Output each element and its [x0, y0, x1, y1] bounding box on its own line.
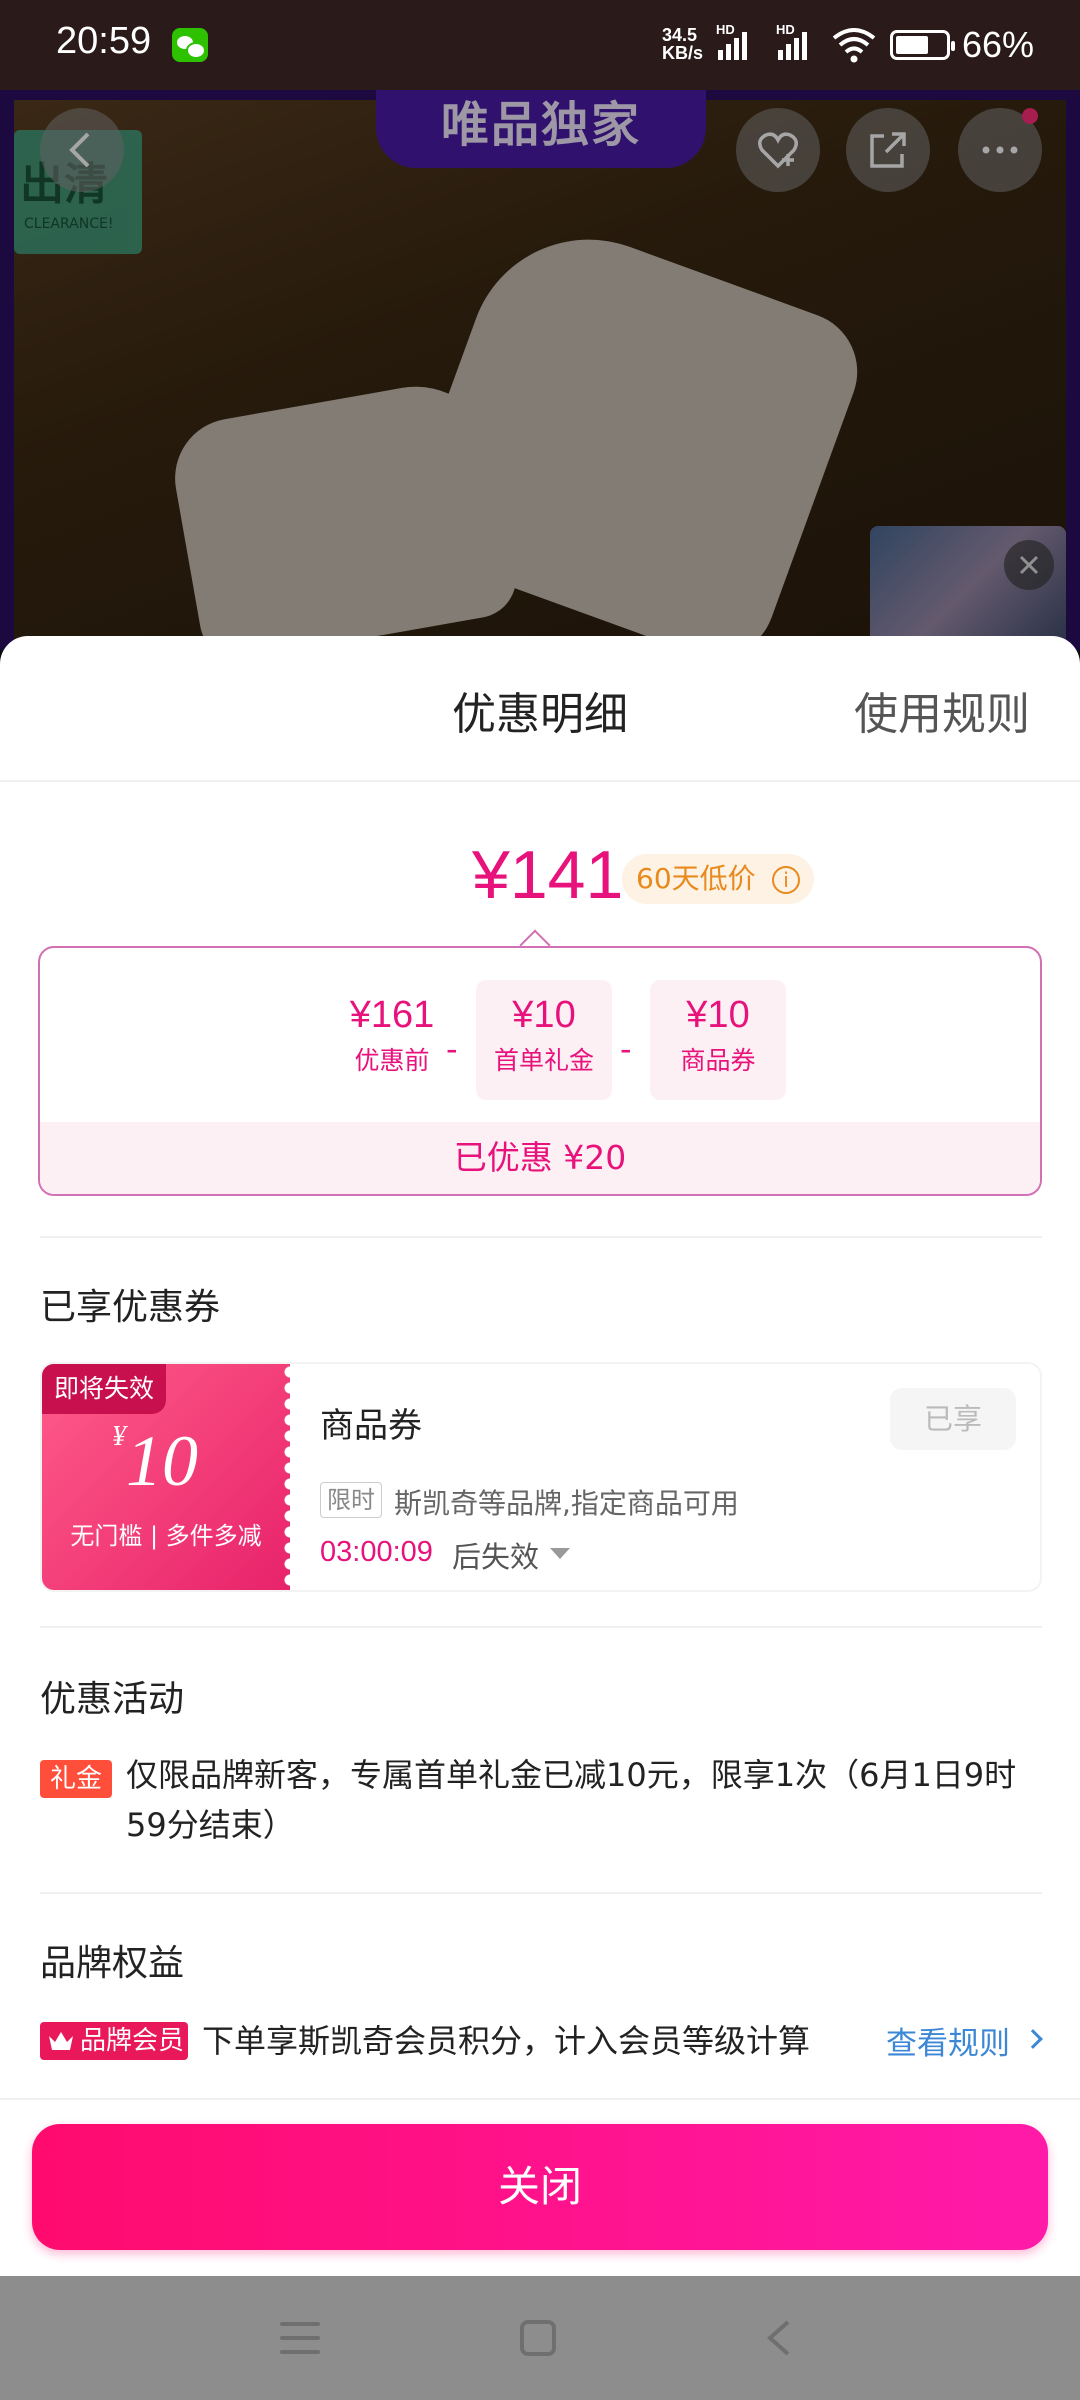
- breakdown-value: ¥161: [349, 994, 435, 1036]
- view-rules-link[interactable]: 查看规则: [886, 2018, 1010, 2063]
- minus-sign: -: [620, 1030, 632, 1068]
- price-breakdown: ¥161 优惠前 - ¥10 首单礼金 - ¥10 商品券 已优惠 ¥20: [38, 946, 1042, 1196]
- wechat-notification-icon: [172, 28, 208, 62]
- signal-icon-1: [718, 26, 747, 60]
- network-speed-value: 34.5: [662, 25, 698, 45]
- battery-percent: 66%: [962, 24, 1035, 65]
- coupon-value-panel: 即将失效 ¥10 无门槛 | 多件多减: [42, 1364, 296, 1590]
- breakdown-product-coupon: ¥10 商品券: [650, 980, 786, 1100]
- final-price: ¥141: [472, 837, 624, 913]
- coupon-expire-suffix[interactable]: 后失效: [452, 1534, 539, 1576]
- signal-icon-2: [778, 26, 807, 60]
- network-speed: 34.5 KB/s: [662, 26, 703, 62]
- brand-benefit-text: 下单享斯凯奇会员积分，计入会员等级计算: [202, 2022, 811, 2060]
- home-button[interactable]: [520, 2320, 556, 2356]
- coupon-description: 斯凯奇等品牌,指定商品可用: [394, 1487, 739, 1520]
- coupon-amount-value: 10: [126, 1421, 198, 1501]
- divider: [40, 1236, 1042, 1238]
- breakdown-first-order-gift: ¥10 首单礼金: [476, 980, 612, 1100]
- expiring-badge: 即将失效: [42, 1364, 166, 1414]
- coupon-amount: ¥10: [112, 1420, 198, 1503]
- divider: [40, 1626, 1042, 1628]
- divider: [40, 1892, 1042, 1894]
- info-icon: i: [772, 866, 800, 894]
- chevron-right-icon[interactable]: [1023, 2029, 1043, 2049]
- network-speed-unit: KB/s: [662, 43, 704, 63]
- divider: [0, 2098, 1080, 2100]
- chevron-down-icon[interactable]: [550, 1548, 570, 1559]
- coupon-name: 商品券: [320, 1406, 422, 1446]
- activity-description: 仅限品牌新客，专属首单礼金已减10元，限享1次（6月1日9时59分结束）: [126, 1756, 1017, 1844]
- brand-section-title: 品牌权益: [40, 1943, 185, 1984]
- screen: 20:59 34.5 KB/s HD HD 66% 唯品独家 出清 CLEARA…: [0, 0, 1080, 2400]
- breakdown-value: ¥10: [512, 994, 576, 1036]
- minus-sign: -: [446, 1030, 458, 1068]
- activity-section-title: 优惠活动: [40, 1679, 185, 1720]
- status-bar: 20:59 34.5 KB/s HD HD 66%: [0, 0, 1080, 90]
- coupon-currency: ¥: [112, 1421, 126, 1452]
- breakdown-label: 商品券: [680, 1046, 756, 1075]
- gift-money-tag: 礼金: [40, 1760, 112, 1798]
- divider: [0, 780, 1080, 782]
- status-time: 20:59: [56, 20, 152, 62]
- limited-time-tag: 限时: [320, 1482, 382, 1518]
- brand-member-tag: 品牌会员: [40, 2022, 188, 2060]
- brand-member-tag-label: 品牌会员: [80, 2026, 185, 2056]
- breakdown-original: ¥161 优惠前: [324, 980, 460, 1100]
- nav-back-button[interactable]: [762, 2320, 798, 2356]
- total-saved: 已优惠 ¥20: [40, 1122, 1040, 1194]
- breakdown-label: 首单礼金: [493, 1046, 594, 1075]
- usage-rules-link[interactable]: 使用规则: [854, 678, 1030, 742]
- low-price-tag[interactable]: 60天低价 i: [622, 854, 814, 904]
- battery-fill: [896, 36, 928, 54]
- wifi-icon: [832, 28, 876, 63]
- close-button[interactable]: 关闭: [32, 2124, 1048, 2250]
- coupon-countdown: 03:00:09: [320, 1536, 433, 1568]
- coupon-condition: 无门槛 | 多件多减: [70, 1522, 262, 1550]
- crown-icon: [49, 2032, 73, 2050]
- battery-icon: [890, 30, 955, 60]
- coupon-applied-button[interactable]: 已享: [890, 1388, 1016, 1450]
- system-navigation-bar: [0, 2276, 1080, 2400]
- breakdown-label: 优惠前: [354, 1046, 430, 1075]
- recent-apps-button[interactable]: [280, 2322, 320, 2356]
- coupon-card: 即将失效 ¥10 无门槛 | 多件多减 商品券 已享 限时 斯凯奇等品牌,指定商…: [40, 1362, 1042, 1592]
- discount-details-sheet: 优惠明细 使用规则 ¥141 60天低价 i ¥161 优惠前 - ¥10 首单…: [0, 636, 1080, 2276]
- breakdown-value: ¥10: [686, 994, 750, 1036]
- low-price-tag-label: 60天低价: [636, 862, 756, 895]
- coupons-section-title: 已享优惠券: [40, 1287, 221, 1328]
